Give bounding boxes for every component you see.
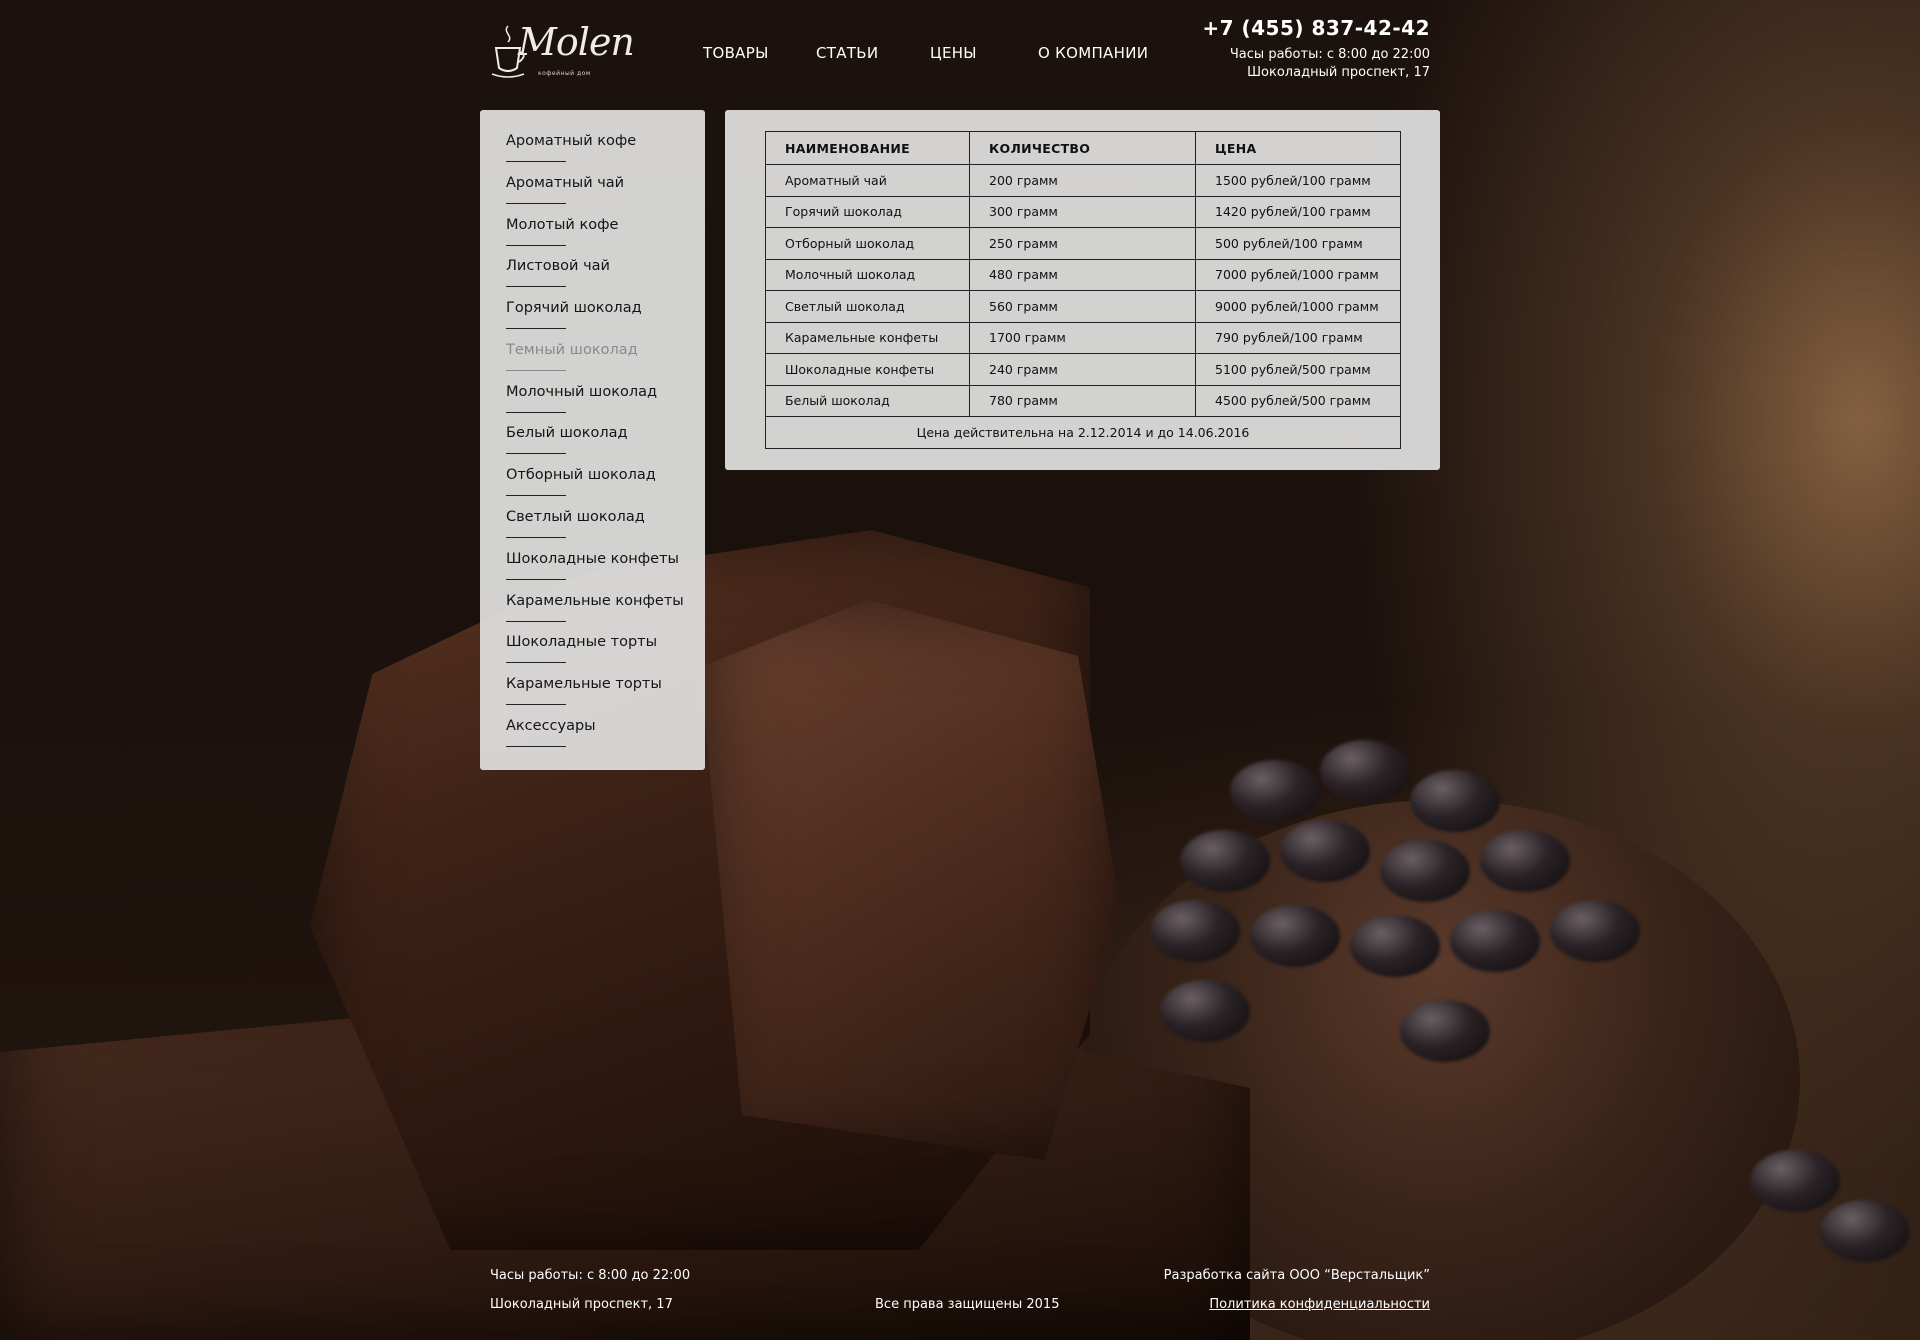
sidebar-item-hot-chocolate[interactable]: Горячий шоколад bbox=[506, 300, 642, 329]
cell-quantity: 780 грамм bbox=[969, 384, 1196, 417]
category-sidebar: Ароматный кофе Ароматный чай Молотый коф… bbox=[480, 110, 705, 770]
table-row: Светлый шоколад 560 грамм 9000 рублей/10… bbox=[765, 290, 1401, 323]
table-header-row: НАИМЕНОВАНИЕ КОЛИЧЕСТВО ЦЕНА bbox=[765, 131, 1401, 165]
table-row: Ароматный чай 200 грамм 1500 рублей/100 … bbox=[765, 164, 1401, 197]
sidebar-item-accessories[interactable]: Аксессуары bbox=[506, 718, 596, 747]
cell-name: Молочный шоколад bbox=[765, 258, 970, 291]
coffee-bean-image bbox=[1410, 770, 1500, 832]
cell-quantity: 250 грамм bbox=[969, 227, 1196, 260]
sidebar-item-caramel-cakes[interactable]: Карамельные торты bbox=[506, 676, 662, 705]
sidebar-item-leaf-tea[interactable]: Листовой чай bbox=[506, 258, 610, 287]
opening-hours: Часы работы: с 8:00 до 22:00 bbox=[1229, 47, 1430, 62]
footer-address: Шоколадный проспект, 17 bbox=[490, 1297, 673, 1312]
cell-name: Карамельные конфеты bbox=[765, 321, 970, 354]
coffee-bean-image bbox=[1160, 980, 1250, 1042]
logo-wordmark: Molen bbox=[518, 20, 635, 64]
site-logo[interactable]: Molen кофейный дом bbox=[488, 18, 635, 88]
cell-name: Ароматный чай bbox=[765, 164, 970, 197]
price-validity-note: Цена действительна на 2.12.2014 и до 14.… bbox=[765, 416, 1401, 449]
cell-name: Шоколадные конфеты bbox=[765, 353, 970, 386]
footer-copyright: Все права защищены 2015 bbox=[875, 1297, 1060, 1312]
sidebar-item-light-chocolate[interactable]: Светлый шоколад bbox=[506, 509, 645, 538]
cell-quantity: 200 грамм bbox=[969, 164, 1196, 197]
coffee-bean-image bbox=[1350, 915, 1440, 977]
cell-quantity: 240 грамм bbox=[969, 353, 1196, 386]
coffee-bean-image bbox=[1230, 760, 1320, 822]
cell-name: Светлый шоколад bbox=[765, 290, 970, 323]
coffee-bean-image bbox=[1400, 1000, 1490, 1062]
sidebar-item-aromatic-coffee[interactable]: Ароматный кофе bbox=[506, 133, 636, 162]
sidebar-item-milk-chocolate[interactable]: Молочный шоколад bbox=[506, 384, 657, 413]
cell-price: 790 рублей/100 грамм bbox=[1195, 321, 1401, 354]
sidebar-item-chocolate-cakes[interactable]: Шоколадные торты bbox=[506, 634, 657, 663]
header-contacts: +7 (455) 837-42-42 Часы работы: с 8:00 д… bbox=[1202, 16, 1430, 82]
cell-price: 4500 рублей/500 грамм bbox=[1195, 384, 1401, 417]
table-row: Белый шоколад 780 грамм 4500 рублей/500 … bbox=[765, 384, 1401, 417]
site-header: Molen кофейный дом ТОВАРЫ СТАТЬИ ЦЕНЫ О … bbox=[0, 0, 1920, 100]
phone-number[interactable]: +7 (455) 837-42-42 bbox=[1202, 16, 1430, 40]
sidebar-item-white-chocolate[interactable]: Белый шоколад bbox=[506, 425, 628, 454]
coffee-bean-image bbox=[1150, 900, 1240, 962]
table-row: Шоколадные конфеты 240 грамм 5100 рублей… bbox=[765, 353, 1401, 386]
coffee-bean-image bbox=[1450, 910, 1540, 972]
coffee-bean-image bbox=[1180, 830, 1270, 892]
column-header-price: ЦЕНА bbox=[1195, 131, 1401, 165]
sidebar-item-chocolate-candies[interactable]: Шоколадные конфеты bbox=[506, 551, 679, 580]
sidebar-item-select-chocolate[interactable]: Отборный шоколад bbox=[506, 467, 656, 496]
sidebar-item-aromatic-tea[interactable]: Ароматный чай bbox=[506, 175, 624, 204]
price-panel: НАИМЕНОВАНИЕ КОЛИЧЕСТВО ЦЕНА Ароматный ч… bbox=[725, 110, 1440, 470]
nav-link-prices[interactable]: ЦЕНЫ bbox=[930, 44, 977, 62]
coffee-bean-image bbox=[1480, 830, 1570, 892]
cell-price: 500 рублей/100 грамм bbox=[1195, 227, 1401, 260]
cell-quantity: 300 грамм bbox=[969, 195, 1196, 228]
coffee-bean-image bbox=[1280, 820, 1370, 882]
sidebar-item-caramel-candies[interactable]: Карамельные конфеты bbox=[506, 593, 684, 622]
coffee-bean-image bbox=[1250, 905, 1340, 967]
cell-quantity: 1700 грамм bbox=[969, 321, 1196, 354]
chocolate-chunk-image bbox=[700, 600, 1120, 1160]
cell-name: Белый шоколад bbox=[765, 384, 970, 417]
logo-tagline: кофейный дом bbox=[538, 70, 591, 77]
footer-hours: Часы работы: с 8:00 до 22:00 bbox=[490, 1268, 691, 1283]
nav-link-products[interactable]: ТОВАРЫ bbox=[703, 44, 769, 62]
coffee-bean-image bbox=[1750, 1150, 1840, 1212]
table-row: Карамельные конфеты 1700 грамм 790 рубле… bbox=[765, 321, 1401, 354]
table-row: Отборный шоколад 250 грамм 500 рублей/10… bbox=[765, 227, 1401, 260]
address: Шоколадный проспект, 17 bbox=[1247, 65, 1430, 80]
cell-price: 9000 рублей/1000 грамм bbox=[1195, 290, 1401, 323]
cell-price: 1500 рублей/100 грамм bbox=[1195, 164, 1401, 197]
coffee-bean-image bbox=[1820, 1200, 1910, 1262]
cell-name: Отборный шоколад bbox=[765, 227, 970, 260]
cell-quantity: 480 грамм bbox=[969, 258, 1196, 291]
cell-quantity: 560 грамм bbox=[969, 290, 1196, 323]
nav-link-about[interactable]: О КОМПАНИИ bbox=[1038, 44, 1148, 62]
column-header-name: НАИМЕНОВАНИЕ bbox=[765, 131, 970, 165]
sidebar-item-ground-coffee[interactable]: Молотый кофе bbox=[506, 217, 618, 246]
coffee-bean-image bbox=[1380, 840, 1470, 902]
coffee-bean-image bbox=[1550, 900, 1640, 962]
nav-link-articles[interactable]: СТАТЬИ bbox=[816, 44, 878, 62]
column-header-quantity: КОЛИЧЕСТВО bbox=[969, 131, 1196, 165]
privacy-policy-link[interactable]: Политика конфиденциальности bbox=[1209, 1297, 1430, 1312]
cell-name: Горячий шоколад bbox=[765, 195, 970, 228]
price-table: НАИМЕНОВАНИЕ КОЛИЧЕСТВО ЦЕНА Ароматный ч… bbox=[765, 131, 1401, 449]
table-row: Молочный шоколад 480 грамм 7000 рублей/1… bbox=[765, 258, 1401, 291]
coffee-bean-image bbox=[1320, 740, 1410, 802]
cell-price: 5100 рублей/500 грамм bbox=[1195, 353, 1401, 386]
footer-developer: Разработка сайта ООО “Верстальщик” bbox=[1163, 1268, 1430, 1283]
sidebar-item-dark-chocolate[interactable]: Темный шоколад bbox=[506, 342, 638, 371]
cell-price: 7000 рублей/1000 грамм bbox=[1195, 258, 1401, 291]
table-row: Горячий шоколад 300 грамм 1420 рублей/10… bbox=[765, 195, 1401, 228]
cell-price: 1420 рублей/100 грамм bbox=[1195, 195, 1401, 228]
table-note-row: Цена действительна на 2.12.2014 и до 14.… bbox=[765, 416, 1401, 449]
